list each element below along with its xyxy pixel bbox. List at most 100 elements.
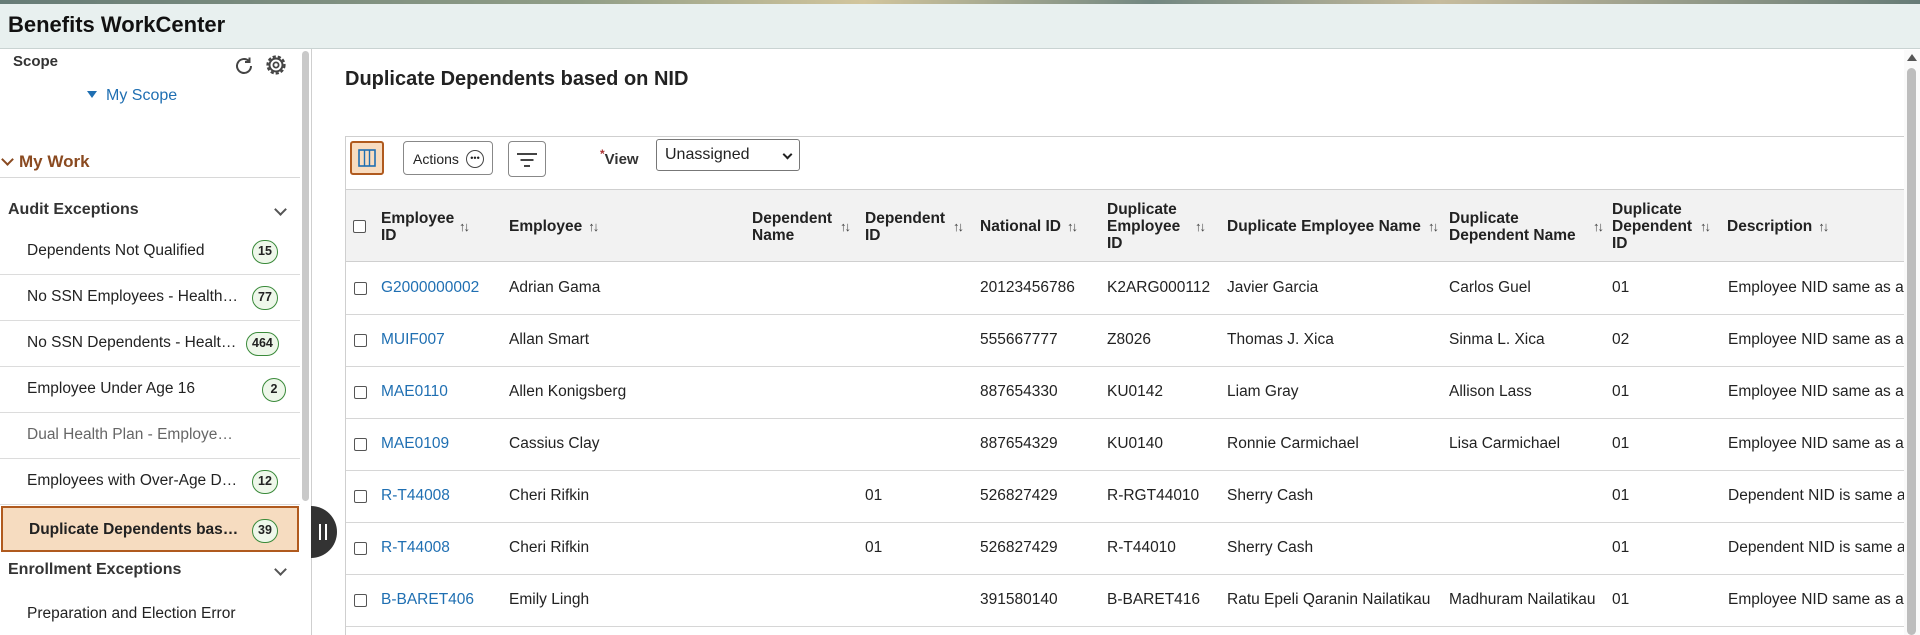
table-row[interactable]: G2000000002 Adrian Gama 20123456786 K2ARG00… (346, 263, 1904, 315)
table-cell: Allan Smart (509, 331, 590, 348)
employee-id-link[interactable]: R-T44008 (381, 539, 450, 557)
table-header: Employee ID ↑↓ Employee ↑↓ Dependent Name ↑… (346, 189, 1904, 262)
filter-button[interactable] (508, 141, 546, 177)
row-checkbox[interactable] (354, 438, 367, 451)
nav-item-dependents-not-qualified[interactable]: Dependents Not Qualified 15 (0, 229, 300, 275)
app-header: Benefits WorkCenter (0, 0, 1920, 49)
table-cell: 391580140 (980, 591, 1058, 608)
table-cell: Lisa Carmichael (1449, 435, 1561, 452)
table-cell: Z8026 (1107, 331, 1151, 348)
col-dependent-id[interactable]: Dependent ID ↑↓ (865, 190, 977, 263)
nav-item-label: Dependents Not Qualified (27, 242, 205, 259)
table-row[interactable]: MAE0110 Allen Konigsberg 887654330 KU0142 Li… (346, 367, 1904, 419)
gear-icon[interactable] (263, 52, 289, 78)
row-checkbox[interactable] (354, 282, 367, 295)
select-all-checkbox[interactable] (353, 190, 366, 263)
col-dependent-name[interactable]: Dependent Name ↑↓ (752, 190, 862, 263)
actions-button[interactable]: Actions ••• (403, 141, 493, 175)
table-cell: 01 (865, 539, 883, 556)
col-national-id[interactable]: National ID ↑↓ (980, 190, 1100, 263)
group-audit-exceptions[interactable]: Audit Exceptions (0, 193, 300, 229)
count-badge: 464 (246, 332, 279, 356)
scroll-up-icon[interactable] (1907, 54, 1917, 61)
sort-icon: ↑↓ (1700, 219, 1711, 234)
table-cell: 20123456786 (980, 279, 1075, 296)
table-row[interactable]: B-BARET406 Emily Lingh 391580140 B-BARET416… (346, 575, 1904, 627)
table-row[interactable]: MAE0109 Cassius Clay 887654329 KU0140 Ronnie… (346, 419, 1904, 471)
nav-item-no-ssn-dependents[interactable]: No SSN Dependents - Healt… 464 (0, 321, 300, 367)
my-scope-label: My Scope (106, 87, 178, 104)
main-scrollbar-thumb[interactable] (1907, 68, 1916, 635)
table-cell: Cheri Rifkin (509, 539, 590, 556)
table-cell: Thomas J. Xica (1227, 331, 1334, 348)
col-duplicate-dependent-name[interactable]: Duplicate Dependent Name ↑↓ (1449, 190, 1609, 263)
nav-item-no-ssn-employees[interactable]: No SSN Employees - Health… 77 (0, 275, 300, 321)
sort-icon: ↑↓ (588, 219, 599, 234)
page-title: Duplicate Dependents based on NID (345, 68, 689, 90)
row-checkbox[interactable] (354, 594, 367, 607)
sort-icon: ↑↓ (1818, 219, 1829, 234)
group-enrollment-exceptions[interactable]: Enrollment Exceptions (0, 553, 300, 589)
col-employee[interactable]: Employee ↑↓ (509, 190, 709, 263)
sort-icon: ↑↓ (1593, 219, 1604, 234)
table-cell: KU0140 (1107, 435, 1164, 452)
table-row[interactable]: R-T44008 Cheri Rifkin 01 526827429 R-T44010 S… (346, 523, 1904, 575)
table-cell: Liam Gray (1227, 383, 1299, 400)
app-title: Benefits WorkCenter (8, 12, 226, 37)
nav-item-label: Duplicate Dependents bas… (29, 521, 239, 538)
actions-label: Actions (413, 151, 459, 167)
table-cell: 01 (865, 487, 883, 504)
nav-item-employee-under-16[interactable]: Employee Under Age 16 2 (0, 367, 300, 413)
table-cell: Allison Lass (1449, 383, 1532, 400)
my-scope-link[interactable]: My Scope (87, 87, 178, 105)
grid-frame: Actions ••• *View Unassigned Employee ID… (345, 136, 1904, 635)
employee-id-link[interactable]: MUIF007 (381, 331, 445, 349)
employee-id-link[interactable]: MAE0110 (381, 383, 448, 401)
chevron-down-icon (1, 153, 14, 166)
my-work-label: My Work (19, 152, 90, 171)
employee-id-link[interactable]: MAE0109 (381, 435, 449, 453)
view-label: *View (600, 147, 639, 168)
nav-item-duplicate-dependents[interactable]: Duplicate Dependents bas… 39 (1, 506, 299, 552)
table-cell: Employee NID same as a (1728, 383, 1904, 400)
grid-toolbar: Actions ••• *View Unassigned (346, 137, 1904, 189)
collapse-panel-handle[interactable] (311, 506, 337, 558)
columns-icon (358, 149, 376, 167)
nav-item-label: Employees with Over-Age D… (27, 472, 238, 489)
scope-title: Scope (13, 53, 59, 70)
row-checkbox[interactable] (354, 490, 367, 503)
table-cell: 01 (1612, 487, 1630, 504)
col-duplicate-employee-id[interactable]: Duplicate Employee ID ↑↓ (1107, 190, 1222, 263)
table-row[interactable]: MUIF007 Allan Smart 555667777 Z8026 Thomas J… (346, 315, 1904, 367)
my-work-toggle[interactable]: My Work (0, 151, 300, 175)
nav-item-over-age-dependents[interactable]: Employees with Over-Age D… 12 (0, 459, 300, 505)
nav-item-preparation-election-error[interactable]: Preparation and Election Error (0, 595, 300, 635)
table-cell: 526827429 (980, 487, 1058, 504)
nav-item-label: No SSN Dependents - Healt… (27, 334, 237, 351)
column-chooser-button[interactable] (350, 141, 384, 175)
table-cell: Emily Lingh (509, 591, 590, 608)
divider (0, 177, 300, 178)
table-cell: 01 (1612, 383, 1630, 400)
employee-id-link[interactable]: G2000000002 (381, 279, 479, 297)
employee-id-link[interactable]: R-T44008 (381, 487, 450, 505)
table-row[interactable]: R-T44008 Cheri Rifkin 01 526827429 R-RGT4401… (346, 471, 1904, 523)
refresh-icon[interactable] (232, 54, 256, 78)
col-employee-id[interactable]: Employee ID ↑↓ (381, 190, 481, 263)
group-label: Audit Exceptions (8, 201, 139, 218)
col-duplicate-employee-name[interactable]: Duplicate Employee Name ↑↓ (1227, 190, 1447, 263)
table-cell: 01 (1612, 279, 1630, 296)
row-checkbox[interactable] (354, 386, 367, 399)
employee-id-link[interactable]: B-BARET406 (381, 591, 474, 609)
col-description[interactable]: Description ↑↓ (1727, 190, 1897, 263)
row-checkbox[interactable] (354, 334, 367, 347)
table-cell: 01 (1612, 539, 1630, 556)
filter-icon (517, 153, 537, 155)
col-duplicate-dependent-id[interactable]: Duplicate Dependent ID ↑↓ (1612, 190, 1727, 263)
count-badge: 12 (252, 470, 278, 494)
view-select[interactable]: Unassigned (656, 139, 800, 171)
table-cell: 01 (1612, 591, 1630, 608)
nav-item-dual-health-plan[interactable]: Dual Health Plan - Employe… (0, 413, 300, 459)
row-checkbox[interactable] (354, 542, 367, 555)
sidebar-scrollbar[interactable] (302, 51, 309, 501)
